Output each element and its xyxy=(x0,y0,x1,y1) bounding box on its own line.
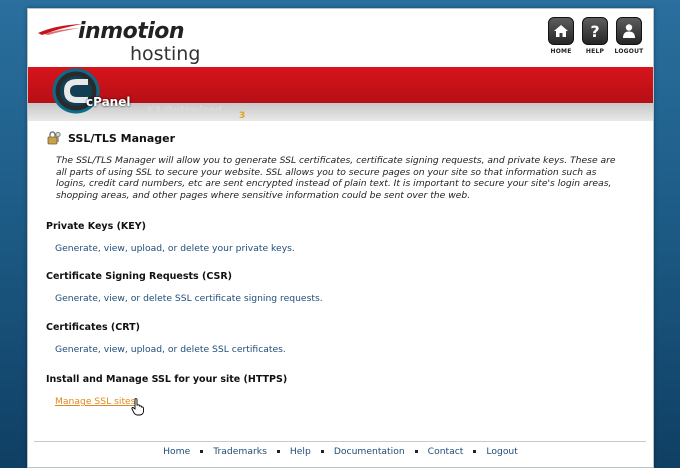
help-button[interactable]: ? HELP xyxy=(581,17,609,55)
csr-link[interactable]: Generate, view, or delete SSL certificat… xyxy=(55,293,323,304)
section-heading: Private Keys (KEY) xyxy=(46,221,147,232)
logo-word-hosting: hosting xyxy=(130,43,201,65)
question-icon: ? xyxy=(582,17,608,45)
footer-link-logout[interactable]: Logout xyxy=(486,446,517,457)
page-title: SSL/TLS Manager xyxy=(68,131,176,145)
footer-separator xyxy=(414,450,418,453)
logout-button[interactable]: LOGOUT xyxy=(615,17,643,55)
svg-text:?: ? xyxy=(590,22,599,40)
section-private-keys: Private Keys (KEY) Generate, view, uploa… xyxy=(46,221,295,254)
cpanel-window: inmotion hosting HOME ? HELP LOGOUT cPan… xyxy=(27,8,654,468)
hand-cursor-icon xyxy=(131,398,144,416)
footer-link-home[interactable]: Home xyxy=(163,446,190,457)
swoosh-icon xyxy=(38,24,82,35)
section-heading: Install and Manage SSL for your site (HT… xyxy=(46,374,288,385)
section-certificates: Certificates (CRT) Generate, view, uploa… xyxy=(46,322,286,355)
home-label: HOME xyxy=(550,48,572,55)
logout-label: LOGOUT xyxy=(614,48,644,55)
cpanel-tagline: X3 Optimized xyxy=(146,105,222,116)
main-content: SSL/TLS Manager The SSL/TLS Manager will… xyxy=(46,129,638,201)
house-icon xyxy=(548,17,574,45)
footer-link-trademarks[interactable]: Trademarks xyxy=(213,446,267,457)
cpanel-logo-icon[interactable] xyxy=(50,67,140,119)
section-csr: Certificate Signing Requests (CSR) Gener… xyxy=(46,271,323,304)
footer-link-documentation[interactable]: Documentation xyxy=(334,446,405,457)
page-description: The SSL/TLS Manager will allow you to ge… xyxy=(56,155,616,201)
title-row: SSL/TLS Manager xyxy=(46,129,638,147)
footer-separator xyxy=(473,450,477,453)
help-label: HELP xyxy=(585,48,605,55)
logo-word-inmotion: inmotion xyxy=(78,19,185,44)
user-icon xyxy=(616,17,642,45)
cpanel-tagline-number: 3 xyxy=(239,111,246,121)
section-heading: Certificate Signing Requests (CSR) xyxy=(46,271,232,282)
footer-separator xyxy=(200,450,204,453)
section-install-ssl: Install and Manage SSL for your site (HT… xyxy=(46,374,287,407)
footer-nav: Home Trademarks Help Documentation Conta… xyxy=(28,446,653,457)
home-button[interactable]: HOME xyxy=(547,17,575,55)
inmotion-logo[interactable]: inmotion hosting xyxy=(38,17,208,65)
private-keys-link[interactable]: Generate, view, upload, or delete your p… xyxy=(55,243,295,254)
top-nav: HOME ? HELP LOGOUT xyxy=(547,17,643,55)
cpanel-logo-text: cPanel xyxy=(86,95,131,109)
footer-separator xyxy=(320,450,324,453)
certificates-link[interactable]: Generate, view, upload, or delete SSL ce… xyxy=(55,344,286,355)
manage-ssl-sites-link[interactable]: Manage SSL sites. xyxy=(55,396,287,407)
section-heading: Certificates (CRT) xyxy=(46,322,140,333)
footer-separator xyxy=(276,450,280,453)
footer-link-contact[interactable]: Contact xyxy=(428,446,464,457)
header: inmotion hosting HOME ? HELP LOGOUT xyxy=(28,9,653,67)
footer-link-help[interactable]: Help xyxy=(290,446,311,457)
footer-divider xyxy=(34,441,646,442)
lock-key-icon xyxy=(47,131,61,145)
